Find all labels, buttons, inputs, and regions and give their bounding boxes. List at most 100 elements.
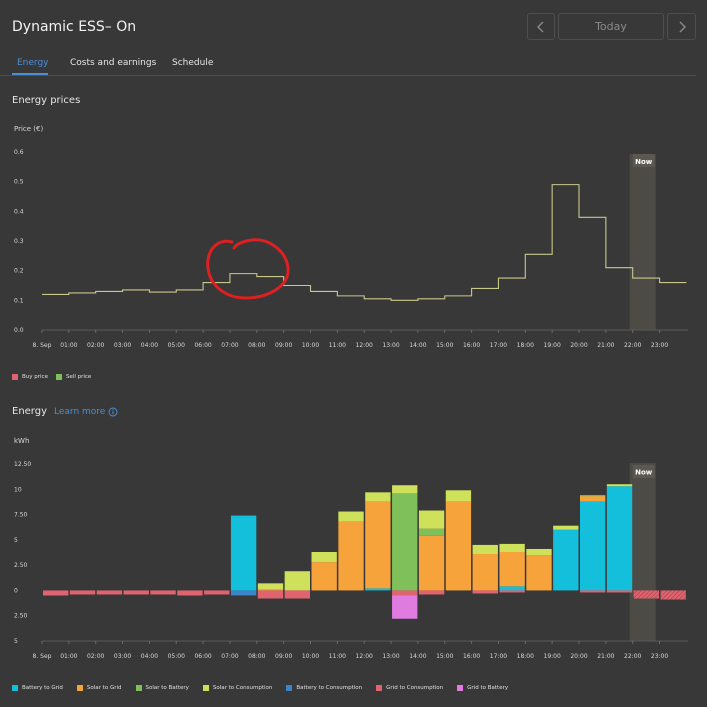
x-tick-label: 13:00	[382, 653, 399, 660]
solar-to-consumption-bar	[499, 543, 525, 552]
x-tick-label: 15:00	[436, 342, 453, 349]
solar-to-consumption-bar	[418, 510, 445, 529]
grid-to-consumption-bar	[472, 590, 498, 594]
grid-to-consumption-bar	[96, 590, 123, 595]
legend-solar-to-battery[interactable]: Solar to Battery	[135, 685, 189, 691]
x-tick-label: 03:00	[114, 653, 131, 660]
legend-label: Sell price	[65, 374, 92, 380]
x-tick-label: 18:00	[517, 653, 534, 660]
solar-to-grid-bar	[257, 589, 284, 591]
next-day-button[interactable]	[667, 13, 696, 40]
battery-to-grid-bar	[606, 486, 633, 591]
y-tick-label: 0.4	[14, 208, 24, 215]
solar-to-consumption-bar	[338, 511, 364, 522]
x-tick-label: 08:00	[248, 342, 265, 349]
x-tick-label: 11:00	[329, 342, 346, 349]
solar-to-grid-bar	[445, 501, 472, 591]
tab-schedule[interactable]: Schedule	[172, 58, 213, 68]
legend-swatch	[376, 685, 383, 691]
legend-battery-to-consumption[interactable]: Battery to Consumption	[286, 685, 362, 691]
x-tick-label: 10:00	[302, 342, 319, 349]
legend-swatch	[286, 685, 293, 691]
x-tick-label: 03:00	[114, 342, 131, 349]
x-tick-label: 07:00	[221, 342, 238, 349]
x-tick-label: 01:00	[60, 342, 77, 349]
y-tick-label: 12.50	[14, 461, 31, 468]
legend-label: Buy price	[22, 374, 48, 380]
x-tick-label: 22:00	[624, 342, 641, 349]
learn-more-link[interactable]: Learn more	[54, 407, 118, 417]
solar-to-consumption-bar	[553, 525, 579, 530]
x-tick-label: 04:00	[141, 342, 158, 349]
x-tick-label: 17:00	[490, 653, 507, 660]
legend-label: Grid to Consumption	[386, 685, 444, 691]
grid-to-consumption-bar	[418, 590, 445, 595]
x-tick-label: 20:00	[570, 653, 587, 660]
legend-battery-to-grid[interactable]: Battery to Grid	[12, 685, 63, 691]
grid-to-consumption-bar	[633, 590, 660, 599]
solar-to-consumption-bar	[392, 485, 418, 494]
tab-energy[interactable]: Energy	[17, 58, 49, 68]
legend-swatch	[202, 685, 209, 691]
grid-to-consumption-bar	[392, 590, 418, 596]
x-tick-label: 19:00	[544, 653, 561, 660]
y-tick-label: 0.5	[14, 179, 24, 186]
now-label: Now	[635, 158, 653, 166]
solar-to-grid-bar	[418, 535, 445, 591]
solar-to-consumption-bar	[526, 548, 552, 556]
solar-to-consumption-bar	[606, 484, 633, 487]
energy-prices-chart: Now 0.0 0.1 0.2 0.3 0.4 0.5 0.6 8. Sep 01:00 02:00…	[14, 149, 688, 349]
tab-costs-and-earnings[interactable]: Costs and earnings	[70, 58, 156, 68]
legend-buy-price[interactable]: Buy price	[12, 374, 48, 380]
x-tick-label: 15:00	[436, 653, 453, 660]
x-tick-label: 8. Sep	[33, 342, 52, 349]
x-tick-label: 17:00	[490, 342, 507, 349]
legend-grid-to-battery[interactable]: Grid to Battery	[457, 685, 508, 691]
battery-to-grid-bar	[580, 501, 606, 591]
legend-solar-to-grid[interactable]: Solar to Grid	[76, 685, 122, 691]
solar-to-grid-bar	[338, 521, 364, 591]
x-tick-label: 14:00	[409, 653, 426, 660]
legend-swatch	[457, 685, 464, 691]
grid-to-consumption-bar	[177, 590, 203, 596]
grid-to-consumption-bar	[43, 590, 69, 596]
energy-prices-title: Energy prices	[12, 95, 81, 106]
price-unit-label: Price (€)	[14, 125, 44, 133]
solar-to-grid-bar	[580, 496, 606, 502]
x-tick-label: 06:00	[194, 342, 211, 349]
battery-to-grid-bar	[365, 588, 391, 591]
x-tick-label: 16:00	[463, 342, 480, 349]
grid-to-consumption-bar	[69, 590, 96, 595]
date-selector[interactable]: Today	[558, 13, 664, 40]
y-tick-label: 0.6	[14, 149, 24, 156]
legend-label: Solar to Battery	[145, 685, 189, 691]
x-tick-label: 02:00	[87, 342, 104, 349]
prev-day-button[interactable]	[527, 13, 555, 40]
grid-to-consumption-bar	[580, 590, 606, 593]
legend-grid-to-consumption[interactable]: Grid to Consumption	[376, 685, 443, 691]
y-tick-label: 0.1	[14, 297, 24, 304]
legend-label: Solar to Consumption	[212, 685, 273, 691]
active-tab-indicator	[12, 73, 48, 75]
learn-more-label: Learn more	[54, 407, 106, 417]
x-tick-label: 09:00	[275, 342, 292, 349]
y-tick-label: 2.50	[14, 613, 28, 620]
x-tick-label: 10:00	[302, 653, 319, 660]
legend-swatch	[135, 685, 142, 691]
y-tick-label: 0.0	[14, 327, 24, 334]
grid-to-battery-bar	[392, 595, 418, 619]
info-icon	[108, 407, 118, 417]
battery-to-grid-bar	[553, 529, 579, 591]
y-tick-label: 0.2	[14, 268, 24, 275]
sell-price-line	[42, 184, 687, 301]
grid-to-consumption-bar	[257, 590, 284, 599]
grid-to-consumption-bar	[606, 590, 633, 593]
chevron-left-icon	[537, 21, 544, 32]
legend-solar-to-consumption[interactable]: Solar to Consumption	[202, 685, 273, 691]
legend-label: Battery to Grid	[22, 685, 63, 691]
x-tick-label: 07:00	[221, 653, 238, 660]
now-band	[629, 463, 656, 641]
grid-to-consumption-bar	[204, 590, 230, 595]
legend-sell-price[interactable]: Sell price	[55, 374, 92, 380]
x-tick-label: 20:00	[570, 342, 587, 349]
